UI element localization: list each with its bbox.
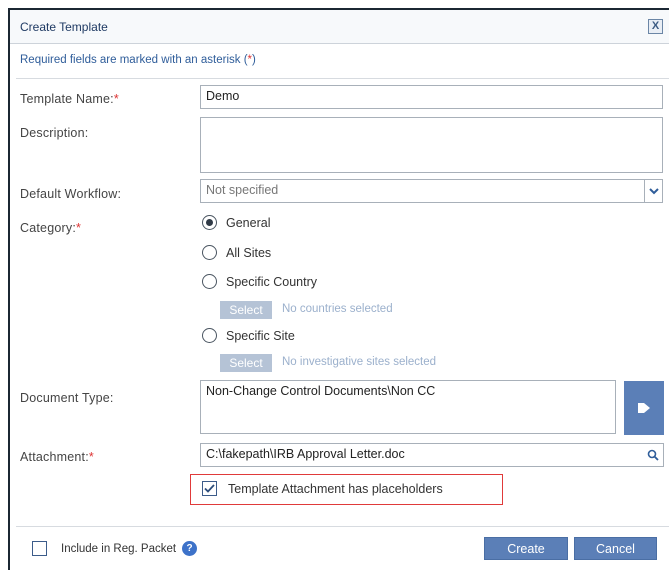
attachment-input[interactable]: C:\fakepath\IRB Approval Letter.doc [200,443,643,467]
category-label: Category:* [20,221,81,235]
placeholders-label: Template Attachment has placeholders [228,481,443,496]
select-sites-button[interactable]: Select [220,354,272,372]
placeholders-checkbox-row[interactable]: Template Attachment has placeholders [202,481,443,496]
placeholders-checkbox[interactable] [202,481,217,496]
include-reg-packet-row[interactable]: Include in Reg. Packet ? [32,541,198,556]
radio-specific-site-label: Specific Site [226,328,295,343]
default-workflow-value: Not specified [206,183,279,197]
dialog-title: Create Template [20,19,108,34]
description-textarea[interactable] [200,117,663,173]
cancel-button[interactable]: Cancel [574,537,657,560]
create-template-dialog: Create Template X Required fields are ma… [8,8,669,570]
footer-divider [16,526,669,527]
category-label-text: Category: [20,221,76,235]
required-asterisk: * [88,450,94,464]
select-countries-button[interactable]: Select [220,301,272,319]
attachment-label-text: Attachment: [20,450,89,464]
radio-button[interactable] [202,245,217,260]
document-type-field[interactable]: Non-Change Control Documents\Non CC [200,380,616,434]
attachment-label: Attachment:* [20,450,94,464]
required-note-text: Required fields are marked with an aster… [20,54,248,66]
radio-general-label: General [226,215,271,230]
chevron-down-icon[interactable] [644,180,662,202]
default-workflow-label: Default Workflow: [20,187,122,201]
template-name-label: Template Name:* [20,92,119,106]
include-reg-packet-label: Include in Reg. Packet [61,542,177,555]
tag-icon[interactable] [624,381,664,435]
template-name-label-text: Template Name: [20,92,114,106]
radio-all-sites-label: All Sites [226,245,272,260]
create-button[interactable]: Create [484,537,568,560]
radio-specific-country[interactable]: Specific Country [202,274,317,289]
include-reg-packet-checkbox[interactable] [32,541,47,556]
required-asterisk: * [76,221,82,235]
divider [16,78,669,79]
description-label: Description: [20,126,89,140]
help-icon[interactable]: ? [182,541,198,556]
default-workflow-select[interactable]: Not specified [200,179,663,203]
dialog-titlebar: Create Template X [10,10,669,44]
required-asterisk: * [113,92,119,106]
required-fields-note: Required fields are marked with an aster… [20,54,256,66]
radio-specific-country-label: Specific Country [226,274,318,289]
countries-note: No countries selected [282,303,393,315]
radio-button[interactable] [202,274,217,289]
radio-button[interactable] [202,215,217,230]
radio-general[interactable]: General [202,215,270,230]
radio-specific-site[interactable]: Specific Site [202,328,295,343]
required-note-close: ) [252,54,256,66]
document-type-label: Document Type: [20,391,114,405]
radio-button[interactable] [202,328,217,343]
sites-note: No investigative sites selected [282,356,437,368]
radio-all-sites[interactable]: All Sites [202,245,271,260]
search-icon[interactable] [642,443,664,467]
close-icon[interactable]: X [648,19,663,34]
template-name-input[interactable]: Demo [200,85,663,109]
